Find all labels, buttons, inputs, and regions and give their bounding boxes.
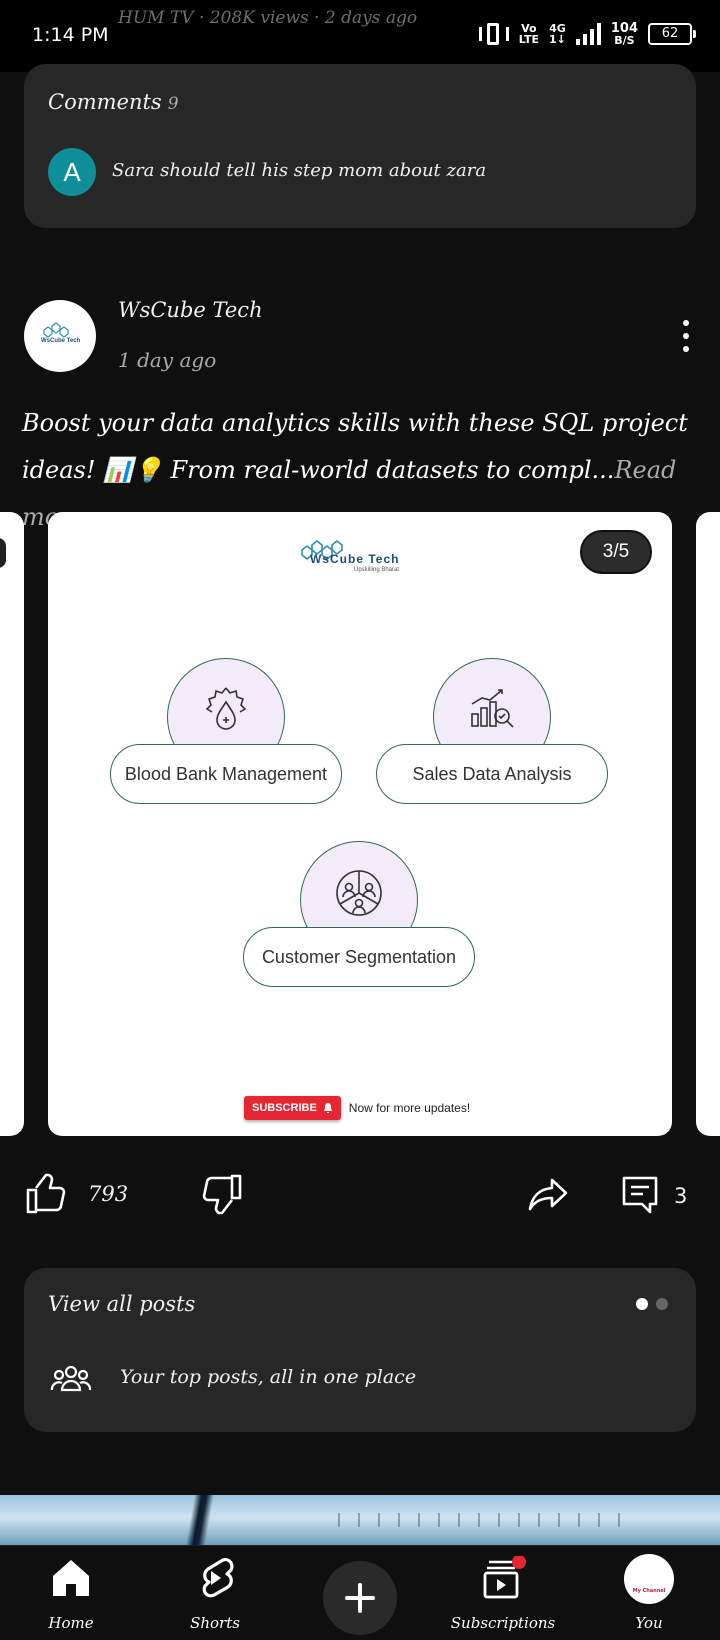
avatar: My Channel bbox=[624, 1554, 674, 1604]
page-dot bbox=[656, 1298, 668, 1310]
avatar-text: My Channel bbox=[632, 1588, 666, 1594]
network-type-indicator: 4G 1↓ bbox=[548, 22, 566, 46]
nav-subscriptions[interactable]: Subscriptions bbox=[438, 1546, 568, 1640]
nav-you[interactable]: My Channel You bbox=[584, 1546, 714, 1640]
comments-card[interactable]: Comments 9 A Sara should tell his step mo… bbox=[24, 64, 696, 228]
channel-avatar[interactable]: WsCube Tech bbox=[24, 300, 96, 372]
more-options-icon[interactable] bbox=[676, 316, 696, 356]
battery-icon: 62 bbox=[648, 23, 696, 45]
bar-chart-magnifier-icon bbox=[471, 689, 514, 728]
view-all-posts-card[interactable]: View all posts Your top posts, all in on… bbox=[24, 1268, 696, 1432]
share-arrow-icon bbox=[528, 1178, 568, 1211]
create-button[interactable] bbox=[323, 1561, 397, 1635]
comment-preview: Sara should tell his step mom about zara bbox=[112, 160, 487, 181]
subscribe-graphic: SUBSCRIBE bbox=[244, 1096, 341, 1120]
page-indicator bbox=[636, 1298, 668, 1310]
signal-bars-icon bbox=[575, 23, 601, 45]
people-group-icon bbox=[50, 1365, 92, 1392]
logo-tagline: Upskilling Bharat bbox=[354, 567, 400, 573]
network-speed: 104 B/S bbox=[610, 21, 638, 47]
bell-icon bbox=[323, 1103, 332, 1113]
status-time: 1:14 PM bbox=[32, 24, 109, 46]
project-label: Sales Data Analysis bbox=[376, 744, 608, 804]
logo-text: WsCube Tech bbox=[310, 552, 400, 566]
dislike-button[interactable] bbox=[200, 1172, 244, 1220]
comment-count: 3 bbox=[674, 1184, 688, 1208]
nav-shorts[interactable]: Shorts bbox=[150, 1546, 280, 1640]
blood-drop-gear-icon bbox=[205, 687, 247, 730]
comments-count: 9 bbox=[167, 94, 179, 114]
slide-counter: 3/5 bbox=[580, 530, 652, 574]
previous-slide-peek[interactable] bbox=[0, 512, 24, 1136]
status-bar: 1:14 PM HUM TV · 208K views · 2 days ago… bbox=[0, 0, 720, 72]
background-ghost-text: HUM TV · 208K views · 2 days ago bbox=[118, 8, 418, 28]
svg-text:WsCube Tech: WsCube Tech bbox=[41, 338, 81, 344]
thumbs-down-icon bbox=[202, 1174, 242, 1215]
shorts-icon bbox=[202, 1558, 234, 1598]
comments-title: Comments 9 bbox=[48, 90, 179, 114]
project-label: Blood Bank Management bbox=[110, 744, 342, 804]
share-button[interactable] bbox=[526, 1172, 570, 1220]
view-all-posts-subtitle: Your top posts, all in one place bbox=[120, 1366, 417, 1388]
page-dot-active bbox=[636, 1298, 648, 1310]
project-label: Customer Segmentation bbox=[243, 927, 475, 987]
my-channel-logo-icon bbox=[667, 1564, 674, 1604]
comments-button[interactable] bbox=[618, 1172, 662, 1220]
subscribe-note: Now for more updates! bbox=[348, 1101, 471, 1115]
home-icon bbox=[53, 1560, 89, 1596]
view-all-posts-title: View all posts bbox=[48, 1292, 196, 1316]
nav-label: Shorts bbox=[190, 1614, 240, 1632]
vibrate-icon bbox=[478, 22, 509, 46]
volte-indicator: Vo LTE bbox=[518, 22, 539, 46]
nav-label: Subscriptions bbox=[450, 1614, 556, 1632]
post-body-text: Boost your data analytics skills with th… bbox=[22, 409, 688, 484]
pie-people-icon bbox=[336, 870, 382, 916]
channel-name[interactable]: WsCube Tech bbox=[118, 298, 263, 322]
nav-home[interactable]: Home bbox=[6, 1546, 136, 1640]
nav-label: You bbox=[635, 1614, 663, 1632]
like-count: 793 bbox=[88, 1182, 129, 1206]
thumbs-up-icon bbox=[26, 1173, 66, 1214]
subscriptions-icon bbox=[483, 1556, 526, 1599]
bottom-navigation: Home Shorts Subscriptions My Channel You bbox=[0, 1545, 720, 1640]
wscube-logo-icon: WsCube Tech bbox=[41, 322, 81, 344]
next-slide-peek[interactable] bbox=[696, 512, 720, 1136]
ad-banner-image[interactable] bbox=[0, 1495, 720, 1545]
post-time: 1 day ago bbox=[118, 348, 217, 372]
like-button[interactable] bbox=[24, 1172, 68, 1220]
post-image-slide[interactable]: WsCube Tech Upskilling Bharat 3/5 Blood … bbox=[48, 512, 672, 1136]
commenter-avatar: A bbox=[48, 148, 96, 196]
status-icons: Vo LTE 4G 1↓ 104 B/S 62 bbox=[478, 21, 696, 47]
comment-icon bbox=[622, 1176, 658, 1214]
nav-label: Home bbox=[48, 1614, 94, 1632]
subscribe-row: SUBSCRIBE Now for more updates! bbox=[244, 1096, 470, 1120]
